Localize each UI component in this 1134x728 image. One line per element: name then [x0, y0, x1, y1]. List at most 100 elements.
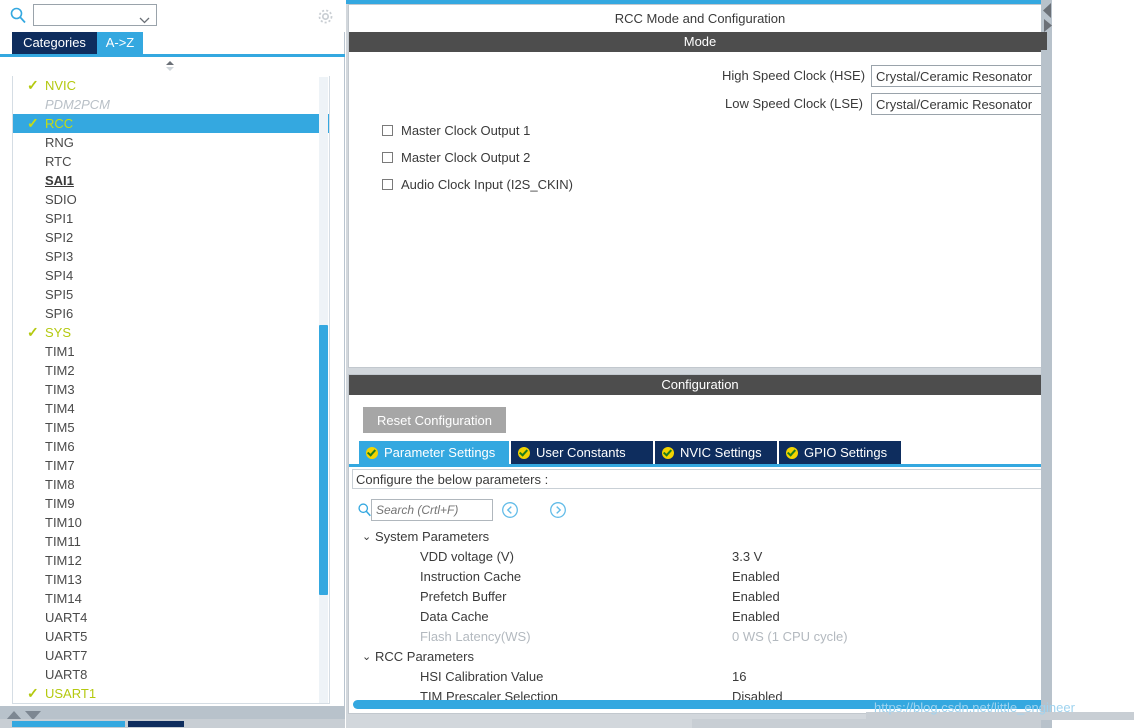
- ip-list-scrollbar-thumb[interactable]: [319, 325, 328, 595]
- ip-search-combo[interactable]: [33, 4, 157, 26]
- ip-list-item[interactable]: TIM12: [13, 551, 329, 570]
- ip-list-items: ✓ NVIC PDM2PCM ✓ RCC RNG RTC SAI1 SDIO SPI1 SPI2 SP…: [13, 76, 329, 703]
- ip-list-item[interactable]: UART5: [13, 627, 329, 646]
- footer-progress-blue: [12, 721, 125, 727]
- parameter-search-input[interactable]: [371, 499, 493, 521]
- ip-list-item[interactable]: SPI3: [13, 247, 329, 266]
- ip-list-item[interactable]: ✓ USART1: [13, 684, 329, 703]
- collapse-right-icon[interactable]: [1044, 19, 1052, 35]
- ip-list-item-label: TIM3: [45, 382, 75, 397]
- checkbox-mco1[interactable]: [382, 125, 393, 136]
- ip-list-item[interactable]: TIM3: [13, 380, 329, 399]
- ip-list-item-label: TIM7: [45, 458, 75, 473]
- check-icon: ✓: [27, 115, 39, 131]
- ip-list-bottom-toolbar[interactable]: [0, 706, 345, 720]
- ip-list-item[interactable]: SPI6: [13, 304, 329, 323]
- ip-list-item[interactable]: ✓ NVIC: [13, 76, 329, 95]
- ip-list-item[interactable]: SDIO: [13, 190, 329, 209]
- ip-list-item[interactable]: UART4: [13, 608, 329, 627]
- ip-search-row: [0, 0, 345, 32]
- ip-list-item[interactable]: TIM4: [13, 399, 329, 418]
- ip-list-item-label: SPI5: [45, 287, 74, 302]
- ip-list-item[interactable]: ✓ SYS: [13, 323, 329, 342]
- ip-list-item[interactable]: TIM8: [13, 475, 329, 494]
- tab-categories[interactable]: Categories: [12, 32, 97, 54]
- ip-list-item-label: SPI2: [45, 230, 74, 245]
- scroll-up-down-icon[interactable]: [163, 59, 177, 73]
- ip-list-item[interactable]: SAI1: [13, 171, 329, 190]
- parameter-value[interactable]: 0 WS (1 CPU cycle): [732, 627, 848, 647]
- chevron-down-icon: [139, 12, 150, 27]
- chevron-left-circle-icon[interactable]: [501, 501, 519, 519]
- reset-configuration-button[interactable]: Reset Configuration: [363, 407, 506, 433]
- parameter-list[interactable]: ⌄ System Parameters VDD voltage (V) 3.3 V In…: [349, 527, 1051, 707]
- check-badge-icon: [366, 447, 378, 459]
- ip-list-item-label: RTC: [45, 154, 72, 169]
- mode-row-hse: High Speed Clock (HSE) Crystal/Ceramic R…: [349, 65, 1134, 87]
- chevron-down-icon[interactable]: ⌄: [362, 527, 371, 547]
- configuration-tabs-underline: [349, 464, 1051, 467]
- search-icon: [9, 6, 27, 24]
- ip-list-item[interactable]: RTC: [13, 152, 329, 171]
- parameter-value[interactable]: Enabled: [732, 587, 780, 607]
- ip-list-item[interactable]: TIM1: [13, 342, 329, 361]
- checkbox-audio-clock-input[interactable]: [382, 179, 393, 190]
- ip-list-item[interactable]: TIM9: [13, 494, 329, 513]
- ip-list-item[interactable]: TIM2: [13, 361, 329, 380]
- ip-list-item[interactable]: TIM11: [13, 532, 329, 551]
- ip-list-scrollbar[interactable]: [319, 77, 328, 703]
- parameter-row[interactable]: VDD voltage (V) 3.3 V: [349, 547, 1051, 567]
- parameter-value[interactable]: 16: [732, 667, 746, 687]
- ip-list-item[interactable]: UART8: [13, 665, 329, 684]
- ip-list-item[interactable]: SPI1: [13, 209, 329, 228]
- parameter-name: Flash Latency(WS): [420, 629, 531, 644]
- parameter-row[interactable]: Prefetch Buffer Enabled: [349, 587, 1051, 607]
- chevron-down-icon[interactable]: ⌄: [362, 647, 371, 667]
- ip-list-item-label: TIM4: [45, 401, 75, 416]
- tab-nvic-settings[interactable]: NVIC Settings: [655, 441, 777, 464]
- parameter-row[interactable]: HSI Calibration Value 16: [349, 667, 1051, 687]
- parameter-search-row: [349, 499, 1051, 523]
- ip-list-item[interactable]: TIM10: [13, 513, 329, 532]
- ip-list-item[interactable]: SPI5: [13, 285, 329, 304]
- ip-list-item-label: UART5: [45, 629, 88, 644]
- configuration-area: RCC Mode and Configuration Mode High Spe…: [346, 0, 1134, 728]
- checkbox-mco2[interactable]: [382, 152, 393, 163]
- check-badge-icon: [786, 447, 798, 459]
- parameter-row[interactable]: Data Cache Enabled: [349, 607, 1051, 627]
- outer-background: [1052, 0, 1134, 728]
- ip-list-item[interactable]: TIM6: [13, 437, 329, 456]
- ip-list-item[interactable]: SPI2: [13, 228, 329, 247]
- parameter-row[interactable]: Flash Latency(WS) 0 WS (1 CPU cycle): [349, 627, 1051, 647]
- label-audio-clock-input: Audio Clock Input (I2S_CKIN): [401, 177, 573, 192]
- chevron-right-circle-icon[interactable]: [549, 501, 567, 519]
- parameter-row[interactable]: Instruction Cache Enabled: [349, 567, 1051, 587]
- ip-list-item-label: UART8: [45, 667, 88, 682]
- ip-list-item[interactable]: PDM2PCM: [13, 95, 329, 114]
- tab-parameter-settings[interactable]: Parameter Settings: [359, 441, 509, 464]
- panel-divider[interactable]: [1041, 0, 1052, 728]
- parameter-group-header[interactable]: ⌄ System Parameters: [349, 527, 1051, 547]
- ip-list-item[interactable]: TIM13: [13, 570, 329, 589]
- gear-icon[interactable]: [316, 7, 335, 26]
- ip-list[interactable]: ✓ NVIC PDM2PCM ✓ RCC RNG RTC SAI1 SDIO SPI1 SPI2 SP…: [12, 76, 330, 704]
- parameter-name: Instruction Cache: [420, 569, 522, 584]
- parameter-value[interactable]: 3.3 V: [732, 547, 762, 567]
- ip-list-item[interactable]: RNG: [13, 133, 329, 152]
- ip-list-item[interactable]: TIM5: [13, 418, 329, 437]
- ip-list-item[interactable]: SPI4: [13, 266, 329, 285]
- search-icon: [357, 502, 372, 517]
- ip-list-item-label: UART7: [45, 648, 88, 663]
- tab-label: NVIC Settings: [680, 445, 762, 460]
- parameter-group-header[interactable]: ⌄ RCC Parameters: [349, 647, 1051, 667]
- tab-user-constants[interactable]: User Constants: [511, 441, 653, 464]
- ip-list-item[interactable]: ✓ RCC: [13, 114, 329, 133]
- configuration-section-header: Configuration: [349, 375, 1051, 395]
- parameter-value[interactable]: Enabled: [732, 567, 780, 587]
- parameter-value[interactable]: Enabled: [732, 607, 780, 627]
- tab-gpio-settings[interactable]: GPIO Settings: [779, 441, 901, 464]
- ip-list-item[interactable]: UART7: [13, 646, 329, 665]
- ip-list-item[interactable]: TIM7: [13, 456, 329, 475]
- ip-list-item[interactable]: TIM14: [13, 589, 329, 608]
- tab-a-to-z[interactable]: A->Z: [97, 32, 143, 54]
